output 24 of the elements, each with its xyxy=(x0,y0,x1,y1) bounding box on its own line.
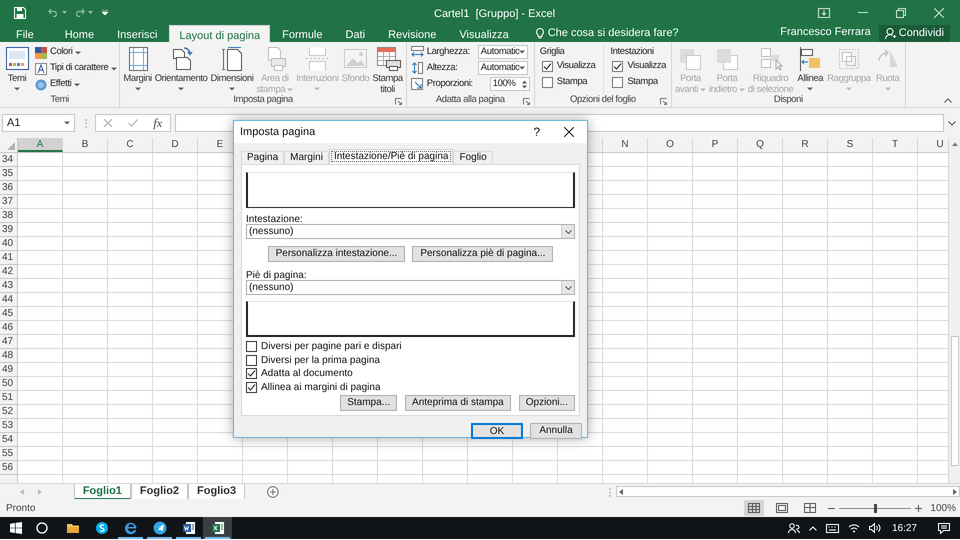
checkbox-label: Adatta al documento xyxy=(261,367,353,382)
user-name: Francesco Ferrara xyxy=(780,24,871,40)
status-text: Pronto xyxy=(6,502,36,516)
group-heading: Griglia xyxy=(540,45,566,57)
checkbox-label: Diversi per la prima pagina xyxy=(261,354,380,368)
group-label: Opzioni del foglio xyxy=(570,92,636,107)
window-title: Cartel1 [Gruppo] - Excel xyxy=(434,7,556,22)
checkbox-label: Allinea ai margini di pagina xyxy=(261,380,381,395)
checkbox-label: Visualizza xyxy=(627,59,666,74)
group-label: Disponi xyxy=(774,92,803,107)
group-label: Imposta pagina xyxy=(233,94,293,107)
field-label: Piè di pagina: xyxy=(246,269,308,280)
field-label: Intestazione: xyxy=(246,213,304,224)
checkbox-label: Stampa xyxy=(556,75,588,90)
checkbox-label: Diversi per pagine pari e dispari xyxy=(261,340,402,354)
group-label: Temi xyxy=(50,92,69,107)
group-label: Adatta alla pagina xyxy=(436,92,505,107)
checkbox-label: Visualizza xyxy=(556,59,596,74)
field-label: Altezza: xyxy=(426,60,458,75)
field-label: Larghezza: xyxy=(426,44,471,59)
group-heading: Intestazioni xyxy=(610,45,655,57)
dialog-title: Imposta pagina xyxy=(240,124,316,140)
checkbox-label: Stampa xyxy=(627,75,658,90)
field-label: Proporzioni: xyxy=(426,76,474,91)
